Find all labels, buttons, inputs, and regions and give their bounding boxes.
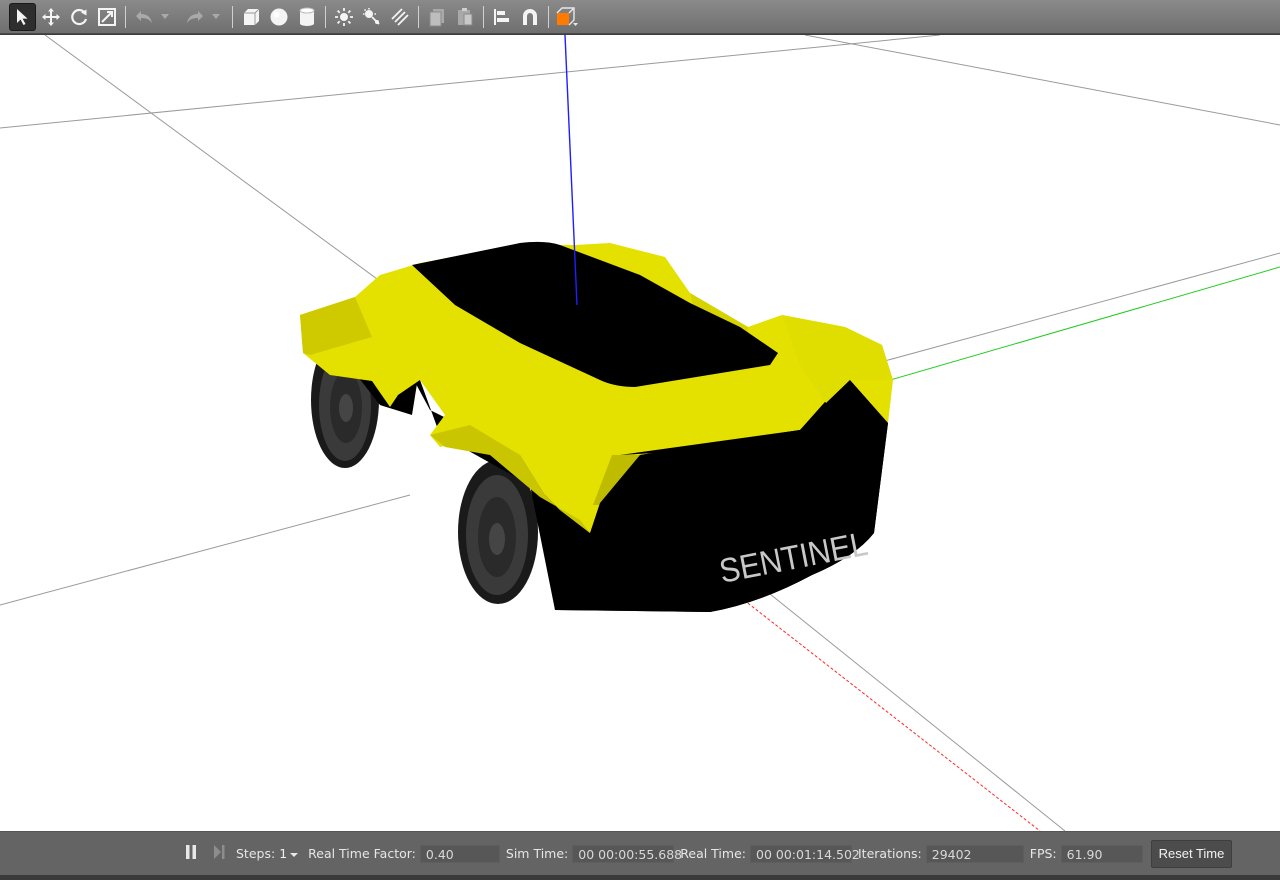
- redo-history-icon: [212, 13, 220, 20]
- undo-button[interactable]: [130, 3, 157, 31]
- spot-light-button[interactable]: [358, 3, 385, 31]
- status-bar: Steps: 1 Real Time Factor: 0.40 Sim Time…: [0, 831, 1280, 875]
- translate-mode-icon: [41, 7, 61, 27]
- point-light-button[interactable]: [330, 3, 357, 31]
- toolbar-separator: [125, 5, 126, 28]
- select-mode-icon: [15, 8, 31, 26]
- redo-button[interactable]: [181, 3, 208, 31]
- x-axis: [739, 596, 1041, 831]
- view-angle-button[interactable]: [553, 3, 580, 31]
- view-angle-icon: [555, 6, 579, 28]
- steps-select[interactable]: 1: [279, 846, 299, 861]
- spot-light-icon: [362, 7, 382, 27]
- sim-time-label: Sim Time:: [505, 846, 569, 861]
- toolbar-separator: [232, 5, 233, 28]
- align-button[interactable]: [488, 3, 515, 31]
- rotate-mode-icon: [69, 7, 89, 27]
- scale-mode-button[interactable]: [93, 3, 120, 31]
- snap-icon: [520, 7, 540, 27]
- toolbar-separator: [418, 5, 419, 28]
- copy-button[interactable]: [423, 3, 450, 31]
- step-icon: [212, 844, 226, 863]
- real-time-label: Real Time:: [680, 846, 746, 861]
- y-axis: [879, 266, 1280, 384]
- scene-render: SENTINEL: [0, 35, 1280, 831]
- fps-field: 61.90: [1060, 844, 1143, 863]
- point-light-icon: [334, 7, 354, 27]
- align-icon: [492, 7, 512, 27]
- chevron-down-icon: [290, 846, 299, 861]
- undo-history-icon: [161, 13, 169, 20]
- box-shape-icon: [241, 7, 261, 27]
- select-mode-button[interactable]: [9, 2, 36, 31]
- sim-time-field: 00 00:00:55.688: [572, 844, 682, 863]
- translate-mode-button[interactable]: [37, 3, 64, 31]
- undo-history-button[interactable]: [158, 3, 172, 31]
- copy-icon: [428, 7, 446, 27]
- reset-time-button[interactable]: Reset Time: [1150, 839, 1233, 868]
- step-button[interactable]: [208, 843, 230, 865]
- sphere-shape-button[interactable]: [265, 3, 292, 31]
- toolbar-separator: [325, 5, 326, 28]
- redo-history-button[interactable]: [209, 3, 223, 31]
- real-time-field: 00 00:01:14.502: [750, 844, 860, 863]
- pause-icon: [184, 844, 198, 863]
- toolbar-separator: [548, 5, 549, 28]
- scene-viewport[interactable]: SENTINEL: [0, 35, 1280, 831]
- directional-light-icon: [390, 7, 410, 27]
- steps-label: Steps:: [236, 846, 276, 861]
- paste-button[interactable]: [451, 3, 478, 31]
- paste-icon: [456, 7, 474, 27]
- redo-icon: [185, 8, 205, 26]
- sphere-shape-icon: [269, 7, 289, 27]
- iterations-field: 29402: [925, 844, 1024, 863]
- fps-label: FPS:: [1029, 846, 1057, 861]
- directional-light-button[interactable]: [386, 3, 413, 31]
- iterations-label: Iterations:: [858, 846, 922, 861]
- steps-value: 1: [279, 846, 288, 861]
- pause-button[interactable]: [180, 843, 202, 865]
- rotate-mode-button[interactable]: [65, 3, 92, 31]
- undo-icon: [134, 8, 154, 26]
- snap-button[interactable]: [516, 3, 543, 31]
- cylinder-shape-icon: [298, 7, 316, 27]
- real-time-factor-label: Real Time Factor:: [308, 846, 416, 861]
- toolbar-separator: [483, 5, 484, 28]
- toolbar: [0, 0, 1280, 34]
- real-time-factor-field: 0.40: [419, 844, 500, 863]
- scale-mode-icon: [97, 7, 117, 27]
- box-shape-button[interactable]: [237, 3, 264, 31]
- window-bottom-edge: [0, 875, 1280, 880]
- cylinder-shape-button[interactable]: [293, 3, 320, 31]
